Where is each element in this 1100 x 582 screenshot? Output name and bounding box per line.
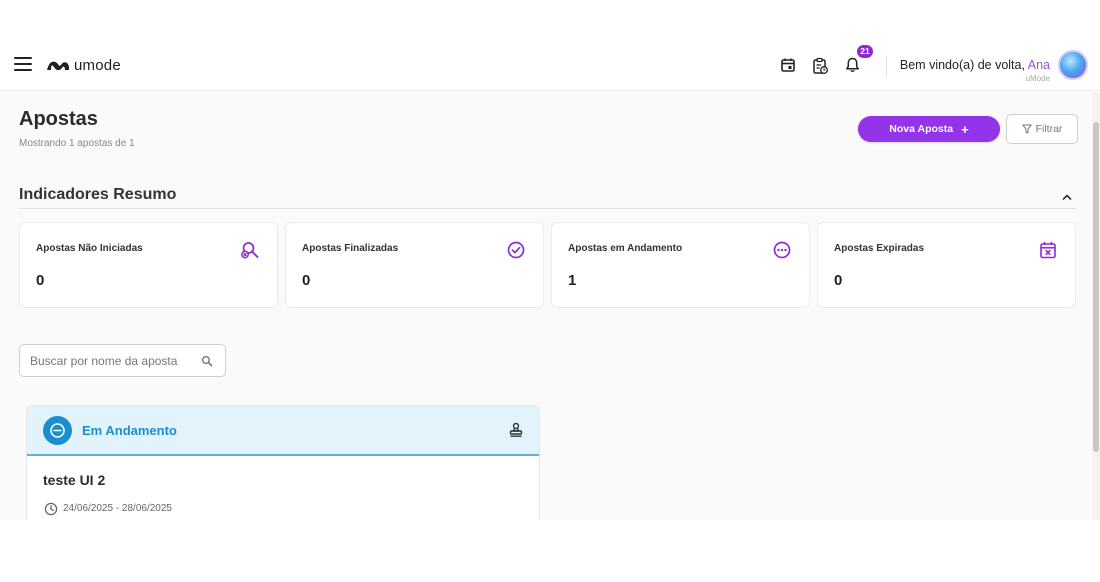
new-bet-button-label: Nova Aposta — [889, 123, 954, 135]
summary-title: Indicadores Resumo — [19, 186, 177, 203]
scrollbar[interactable] — [1092, 92, 1100, 582]
top-bar: umode 21 Bem vindo(a) de volta, Ana uMod… — [0, 40, 1100, 91]
summary-card-value: 0 — [36, 272, 45, 289]
stamp-icon[interactable] — [508, 422, 524, 438]
clock-icon — [44, 502, 58, 516]
page-subtitle: Mostrando 1 apostas de 1 — [19, 138, 135, 149]
summary-card-label: Apostas em Andamento — [568, 243, 683, 254]
plus-icon: + — [961, 121, 969, 137]
in-progress-status-icon — [43, 416, 72, 445]
check-circle-icon — [507, 241, 525, 259]
search-input[interactable] — [30, 352, 195, 370]
notification-badge: 21 — [857, 45, 873, 58]
bet-dates: 24/06/2025 - 28/06/2025 — [63, 503, 172, 514]
summary-card-in-progress: Apostas em Andamento 1 — [551, 222, 810, 308]
user-avatar[interactable] — [1058, 50, 1088, 80]
company-name: uMode — [1025, 74, 1050, 83]
header-divider — [886, 56, 887, 76]
logo-mark-icon — [47, 61, 69, 71]
new-bet-button[interactable]: Nova Aposta + — [858, 116, 1000, 142]
summary-card-value: 0 — [302, 272, 311, 289]
chevron-up-icon[interactable] — [1060, 190, 1074, 204]
welcome-message: Bem vindo(a) de volta, Ana — [900, 58, 1050, 72]
bet-status: Em Andamento — [82, 423, 177, 438]
logo-text: umode — [74, 56, 121, 74]
main-content: Apostas Mostrando 1 apostas de 1 Nova Ap… — [0, 92, 1092, 582]
scrollbar-thumb[interactable] — [1093, 122, 1099, 452]
summary-card-label: Apostas Finalizadas — [302, 243, 399, 254]
summary-card-expired: Apostas Expiradas 0 — [817, 222, 1076, 308]
summary-card-value: 1 — [568, 272, 577, 289]
search-cancel-icon — [241, 242, 259, 259]
summary-card-finished: Apostas Finalizadas 0 — [285, 222, 544, 308]
summary-card-not-started: Apostas Não Iniciadas 0 — [19, 222, 278, 308]
calendar-icon[interactable] — [778, 55, 798, 75]
filter-icon — [1021, 124, 1032, 134]
summary-divider — [19, 208, 1076, 209]
summary-card-value: 0 — [834, 272, 843, 289]
filter-button[interactable]: Filtrar — [1006, 114, 1078, 144]
search-box — [19, 344, 226, 377]
clipboard-clock-icon[interactable] — [810, 55, 830, 75]
welcome-text: Bem vindo(a) de volta, — [899, 58, 1028, 72]
user-name: Ana — [1027, 58, 1050, 72]
calendar-x-icon — [1040, 242, 1056, 259]
page-title: Apostas — [19, 108, 98, 130]
summary-card-label: Apostas Não Iniciadas — [36, 243, 143, 254]
search-icon[interactable] — [201, 355, 213, 367]
hamburger-menu-icon[interactable] — [14, 57, 32, 71]
dots-circle-icon — [773, 241, 791, 259]
logo[interactable]: umode — [46, 54, 121, 76]
summary-card-label: Apostas Expiradas — [834, 243, 925, 254]
bet-card-header: Em Andamento — [27, 406, 539, 456]
filter-button-label: Filtrar — [1035, 123, 1063, 135]
bet-name: teste UI 2 — [43, 472, 106, 488]
bell-icon[interactable] — [842, 55, 862, 75]
bottom-blank-area — [0, 520, 1100, 582]
